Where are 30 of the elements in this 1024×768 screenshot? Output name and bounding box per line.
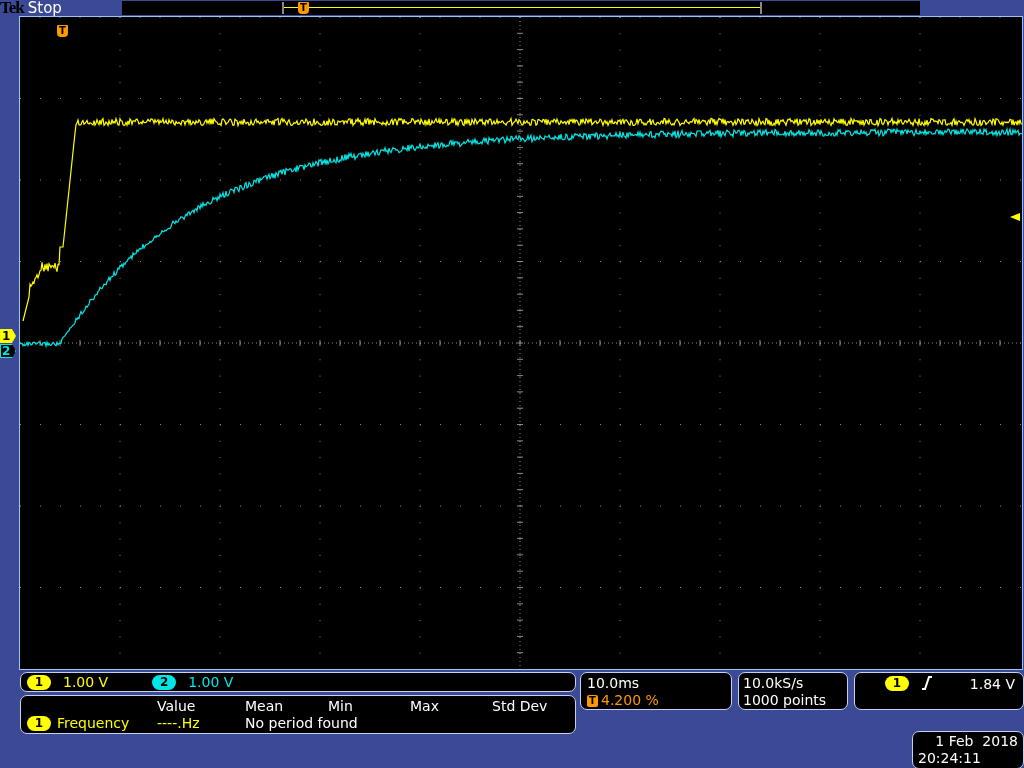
date: 1 Feb 2018 [934,733,1018,750]
column-header: Mean [245,697,285,714]
sample-rate: 10.0kS/s [743,675,805,692]
measurement-name: Frequency [57,715,131,732]
channel-badge[interactable]: 2 [152,674,177,690]
channel-scale: 1.00 V [63,674,109,690]
channel-badge[interactable]: 1 [27,674,51,690]
trigger-level-icon [1010,213,1020,221]
measurement-note: No period found [245,715,359,732]
brand-logo: Tek [0,0,24,16]
trigger-level: 1.84 V [969,676,1015,692]
column-header: Std Dev [492,697,549,714]
column-header: Value [157,697,197,714]
rising-edge-icon [921,676,933,690]
channel-marker[interactable]: 1 [0,329,16,343]
column-header: Min [328,697,354,714]
channel-badge: 1 [885,676,909,691]
channel-badge: 1 [27,715,51,731]
trigger-position: 4.200 % [601,692,659,709]
channel-scale: 1.00 V [188,674,234,690]
trigger-marker: T [587,694,598,707]
time-scale: 10.0ms [587,675,641,692]
time: 20:24:11 [918,750,982,767]
trigger-marker: T [57,25,68,37]
column-header: Max [410,697,440,714]
record-length: 1000 points [743,692,828,709]
channel-marker[interactable]: 2 [0,344,16,358]
trigger-marker: T [298,2,309,14]
run-status: Stop [27,0,62,16]
measurement-value: ----.Hz [157,715,201,732]
